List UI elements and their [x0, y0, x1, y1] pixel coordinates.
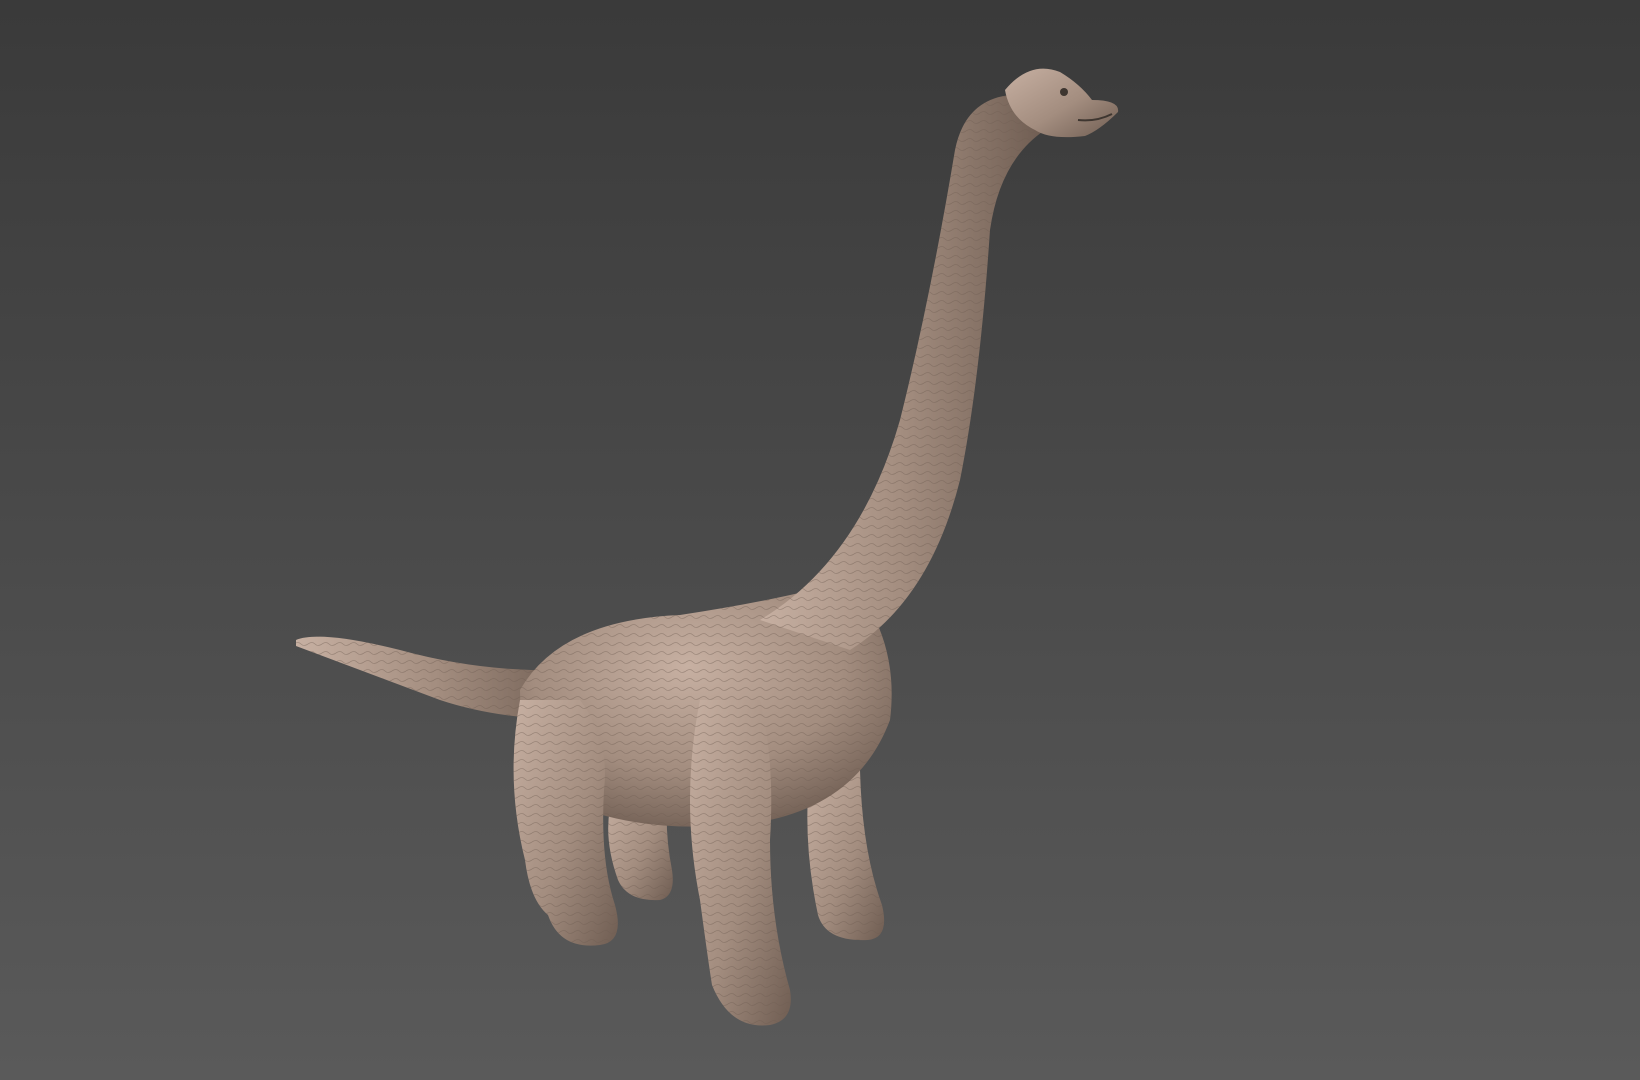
dinosaur-model[interactable]	[0, 0, 1640, 1080]
3d-viewport[interactable]	[0, 0, 1640, 1080]
eye	[1060, 88, 1068, 96]
neck	[760, 95, 1045, 650]
